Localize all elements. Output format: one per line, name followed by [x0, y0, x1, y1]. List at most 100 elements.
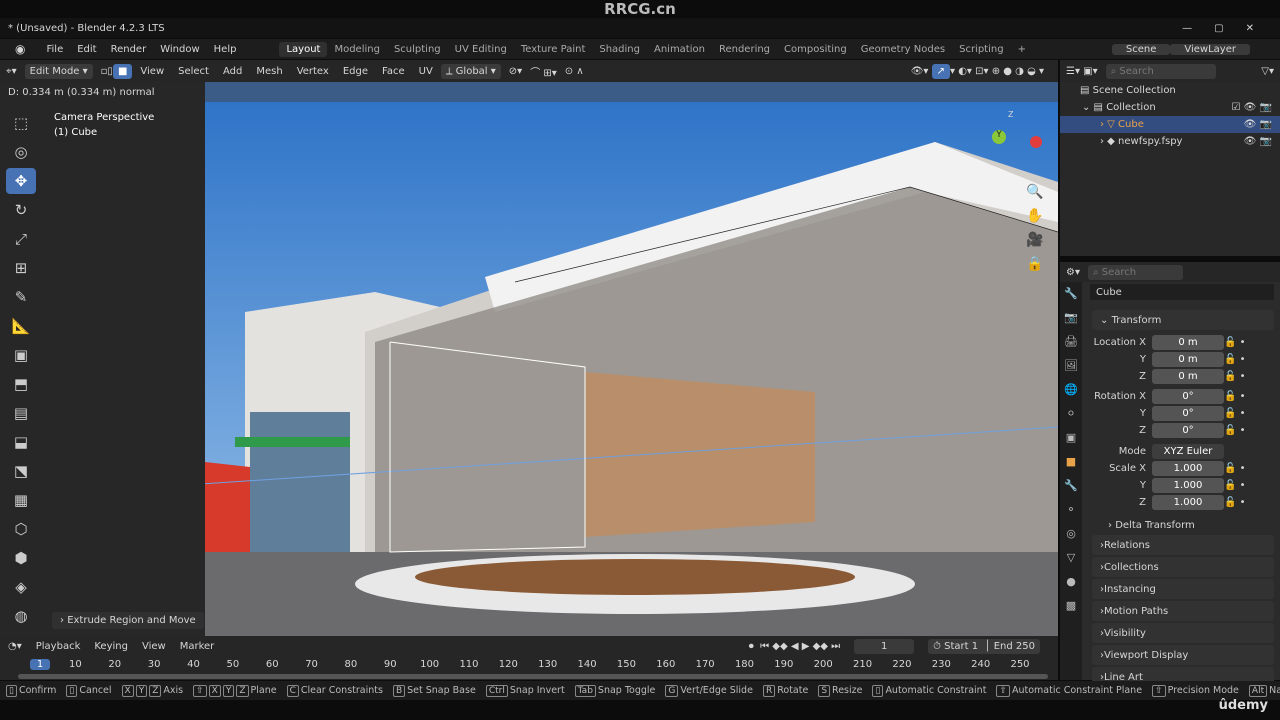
viewport-menu-face[interactable]: Face — [382, 66, 405, 77]
tool-8[interactable]: ▣ — [6, 342, 36, 368]
tool-4[interactable]: ⤢ — [6, 226, 36, 252]
properties-search[interactable]: ⌕ Search — [1087, 264, 1183, 280]
timeline-scrollbar[interactable] — [18, 674, 1048, 679]
outliner-cube[interactable]: › ▽ Cube 👁 📷 — [1060, 116, 1280, 133]
viewport-menu-add[interactable]: Add — [223, 66, 242, 77]
viewport-menu-view[interactable]: View — [140, 66, 164, 77]
delta-transform-header[interactable]: › Delta Transform — [1108, 520, 1280, 531]
3d-viewport[interactable] — [205, 82, 1058, 636]
properties-type-icon[interactable]: ⚙▾ — [1066, 267, 1080, 278]
tool-9[interactable]: ⬒ — [6, 371, 36, 397]
menu-file[interactable]: File — [39, 44, 70, 55]
keyframe-icon[interactable]: 🔓 • — [1224, 463, 1246, 474]
tool-15[interactable]: ⬢ — [6, 545, 36, 571]
outliner-collection[interactable]: ⌄ ▤ Collection ☑ 👁 📷 — [1060, 99, 1280, 116]
outliner-fspy[interactable]: › ◆ newfspy.fspy 👁 📷 — [1060, 133, 1280, 150]
timeline-type-icon[interactable]: ◔▾ — [8, 641, 22, 652]
select-mode-buttons[interactable]: ▫▯ ■ — [101, 63, 133, 79]
keyframe-icon[interactable]: 🔓 • — [1224, 408, 1246, 419]
viewport-menu-vertex[interactable]: Vertex — [297, 66, 329, 77]
tab-sculpting[interactable]: Sculpting — [387, 42, 448, 57]
window-controls[interactable]: —▢✕ — [1182, 23, 1280, 34]
panel-motion-paths[interactable]: › Motion Paths — [1092, 601, 1274, 621]
menu-window[interactable]: Window — [153, 44, 206, 55]
panel-instancing[interactable]: › Instancing — [1092, 579, 1274, 599]
viewport-menu-uv[interactable]: UV — [419, 66, 433, 77]
rotation-x-field[interactable]: 0° — [1152, 389, 1224, 404]
tab-shading[interactable]: Shading — [592, 42, 647, 57]
current-frame-field[interactable]: 1 — [854, 638, 915, 654]
keyframe-icon[interactable]: 🔓 • — [1224, 354, 1246, 365]
outliner-type-icon[interactable]: ☰▾ ▣▾ — [1066, 66, 1098, 77]
location-y-field[interactable]: 0 m — [1152, 352, 1224, 367]
orientation-dropdown[interactable]: ⟂ Global ▾ — [440, 63, 501, 79]
axis-x[interactable] — [1030, 136, 1042, 148]
filter-icon[interactable]: ▽▾ — [1261, 66, 1274, 77]
object-name-field[interactable]: Cube — [1090, 284, 1274, 300]
keyframe-icon[interactable]: 🔓 • — [1224, 337, 1246, 348]
tab-geometry-nodes[interactable]: Geometry Nodes — [854, 42, 952, 57]
tool-16[interactable]: ◈ — [6, 574, 36, 600]
panel-relations[interactable]: › Relations — [1092, 535, 1274, 555]
rotation-z-field[interactable]: 0° — [1152, 423, 1224, 438]
viewport-menu-mesh[interactable]: Mesh — [256, 66, 282, 77]
properties-tabs[interactable]: 🔧 📷 🖨 🖼 🌐 ⚪ ▣ ■ 🔧 ⚬ ◎ ▽ ● ▩ — [1060, 282, 1082, 680]
scale-x-field[interactable]: 1.000 — [1152, 461, 1224, 476]
keyframe-icon[interactable]: 🔓 • — [1224, 497, 1246, 508]
panel-visibility[interactable]: › Visibility — [1092, 623, 1274, 643]
navigation-gizmo[interactable]: Y Z 🔍 ✋ 🎥 🔒 — [980, 110, 1050, 280]
tool-17[interactable]: ◍ — [6, 603, 36, 629]
last-operator-panel[interactable]: › Extrude Region and Move — [52, 612, 204, 629]
tool-0[interactable]: ⬚ — [6, 110, 36, 136]
keyframe-icon[interactable]: 🔓 • — [1224, 371, 1246, 382]
tab-texture-paint[interactable]: Texture Paint — [514, 42, 593, 57]
tab-modeling[interactable]: Modeling — [327, 42, 387, 57]
menu-help[interactable]: Help — [207, 44, 244, 55]
tab-scripting[interactable]: Scripting — [952, 42, 1010, 57]
tool-12[interactable]: ⬔ — [6, 458, 36, 484]
timeline-menu-marker[interactable]: Marker — [180, 641, 215, 652]
tab--[interactable]: + — [1011, 42, 1033, 57]
frame-ruler[interactable]: 1 10 20 30 40 50 60 70 80 90 100 110 120 130 140 150 160… — [0, 658, 1058, 674]
panel-viewport-display[interactable]: › Viewport Display — [1092, 645, 1274, 665]
tool-7[interactable]: 📐 — [6, 313, 36, 339]
tab-animation[interactable]: Animation — [647, 42, 712, 57]
timeline-menu-playback[interactable]: Playback — [36, 641, 81, 652]
outliner-scene-collection[interactable]: ▤ Scene Collection — [1060, 82, 1280, 99]
keyframe-icon[interactable]: 🔓 • — [1224, 425, 1246, 436]
snap-icon[interactable]: ⌒ ⊞▾ — [530, 64, 557, 79]
rotation-y-field[interactable]: 0° — [1152, 406, 1224, 421]
scale-y-field[interactable]: 1.000 — [1152, 478, 1224, 493]
outliner-search[interactable]: ⌕ Search — [1105, 63, 1216, 79]
keyframe-icon[interactable]: 🔓 • — [1224, 391, 1246, 402]
viewlayer-selector[interactable]: ViewLayer — [1170, 43, 1250, 55]
shading-buttons[interactable]: 👁▾ ↗ ▾ ◐▾ ⊡▾ ⊕ ● ◑ ◒ ▾ — [911, 63, 1058, 79]
tool-11[interactable]: ⬓ — [6, 429, 36, 455]
transform-panel-header[interactable]: ⌄ Transform — [1092, 310, 1274, 330]
scale-z-field[interactable]: 1.000 — [1152, 495, 1224, 510]
tab-rendering[interactable]: Rendering — [712, 42, 777, 57]
tool-3[interactable]: ↻ — [6, 197, 36, 223]
pivot-icon[interactable]: ⊘▾ — [509, 66, 522, 77]
tab-layout[interactable]: Layout — [279, 41, 328, 57]
rotation-mode-dropdown[interactable]: XYZ Euler — [1152, 443, 1224, 459]
mode-dropdown[interactable]: Edit Mode ▾ — [24, 63, 93, 79]
location-x-field[interactable]: 0 m — [1152, 335, 1224, 350]
tool-13[interactable]: ▦ — [6, 487, 36, 513]
tool-14[interactable]: ⬡ — [6, 516, 36, 542]
viewport-menu-select[interactable]: Select — [178, 66, 209, 77]
tool-10[interactable]: ▤ — [6, 400, 36, 426]
proportional-edit-icon[interactable]: ⊙ ∧ — [565, 66, 584, 77]
tool-1[interactable]: ◎ — [6, 139, 36, 165]
zoom-pan-camera-lock-icons[interactable]: 🔍 ✋ 🎥 🔒 — [1026, 180, 1043, 276]
tab-uv-editing[interactable]: UV Editing — [448, 42, 514, 57]
timeline-menu-keying[interactable]: Keying — [94, 641, 128, 652]
scene-selector[interactable]: Scene — [1111, 43, 1171, 55]
panel-collections[interactable]: › Collections — [1092, 557, 1274, 577]
editor-type-icon[interactable]: ⌖▾ — [6, 66, 17, 77]
playback-controls[interactable]: ⏺ ⏮ ◆◆ ◀ ▶ ◆◆ ⏭ — [749, 641, 840, 652]
axis-z[interactable]: Z — [1008, 110, 1013, 119]
blender-logo-icon[interactable]: ◉ — [8, 42, 32, 56]
tool-2[interactable]: ✥ — [6, 168, 36, 194]
keyframe-icon[interactable]: 🔓 • — [1224, 480, 1246, 491]
